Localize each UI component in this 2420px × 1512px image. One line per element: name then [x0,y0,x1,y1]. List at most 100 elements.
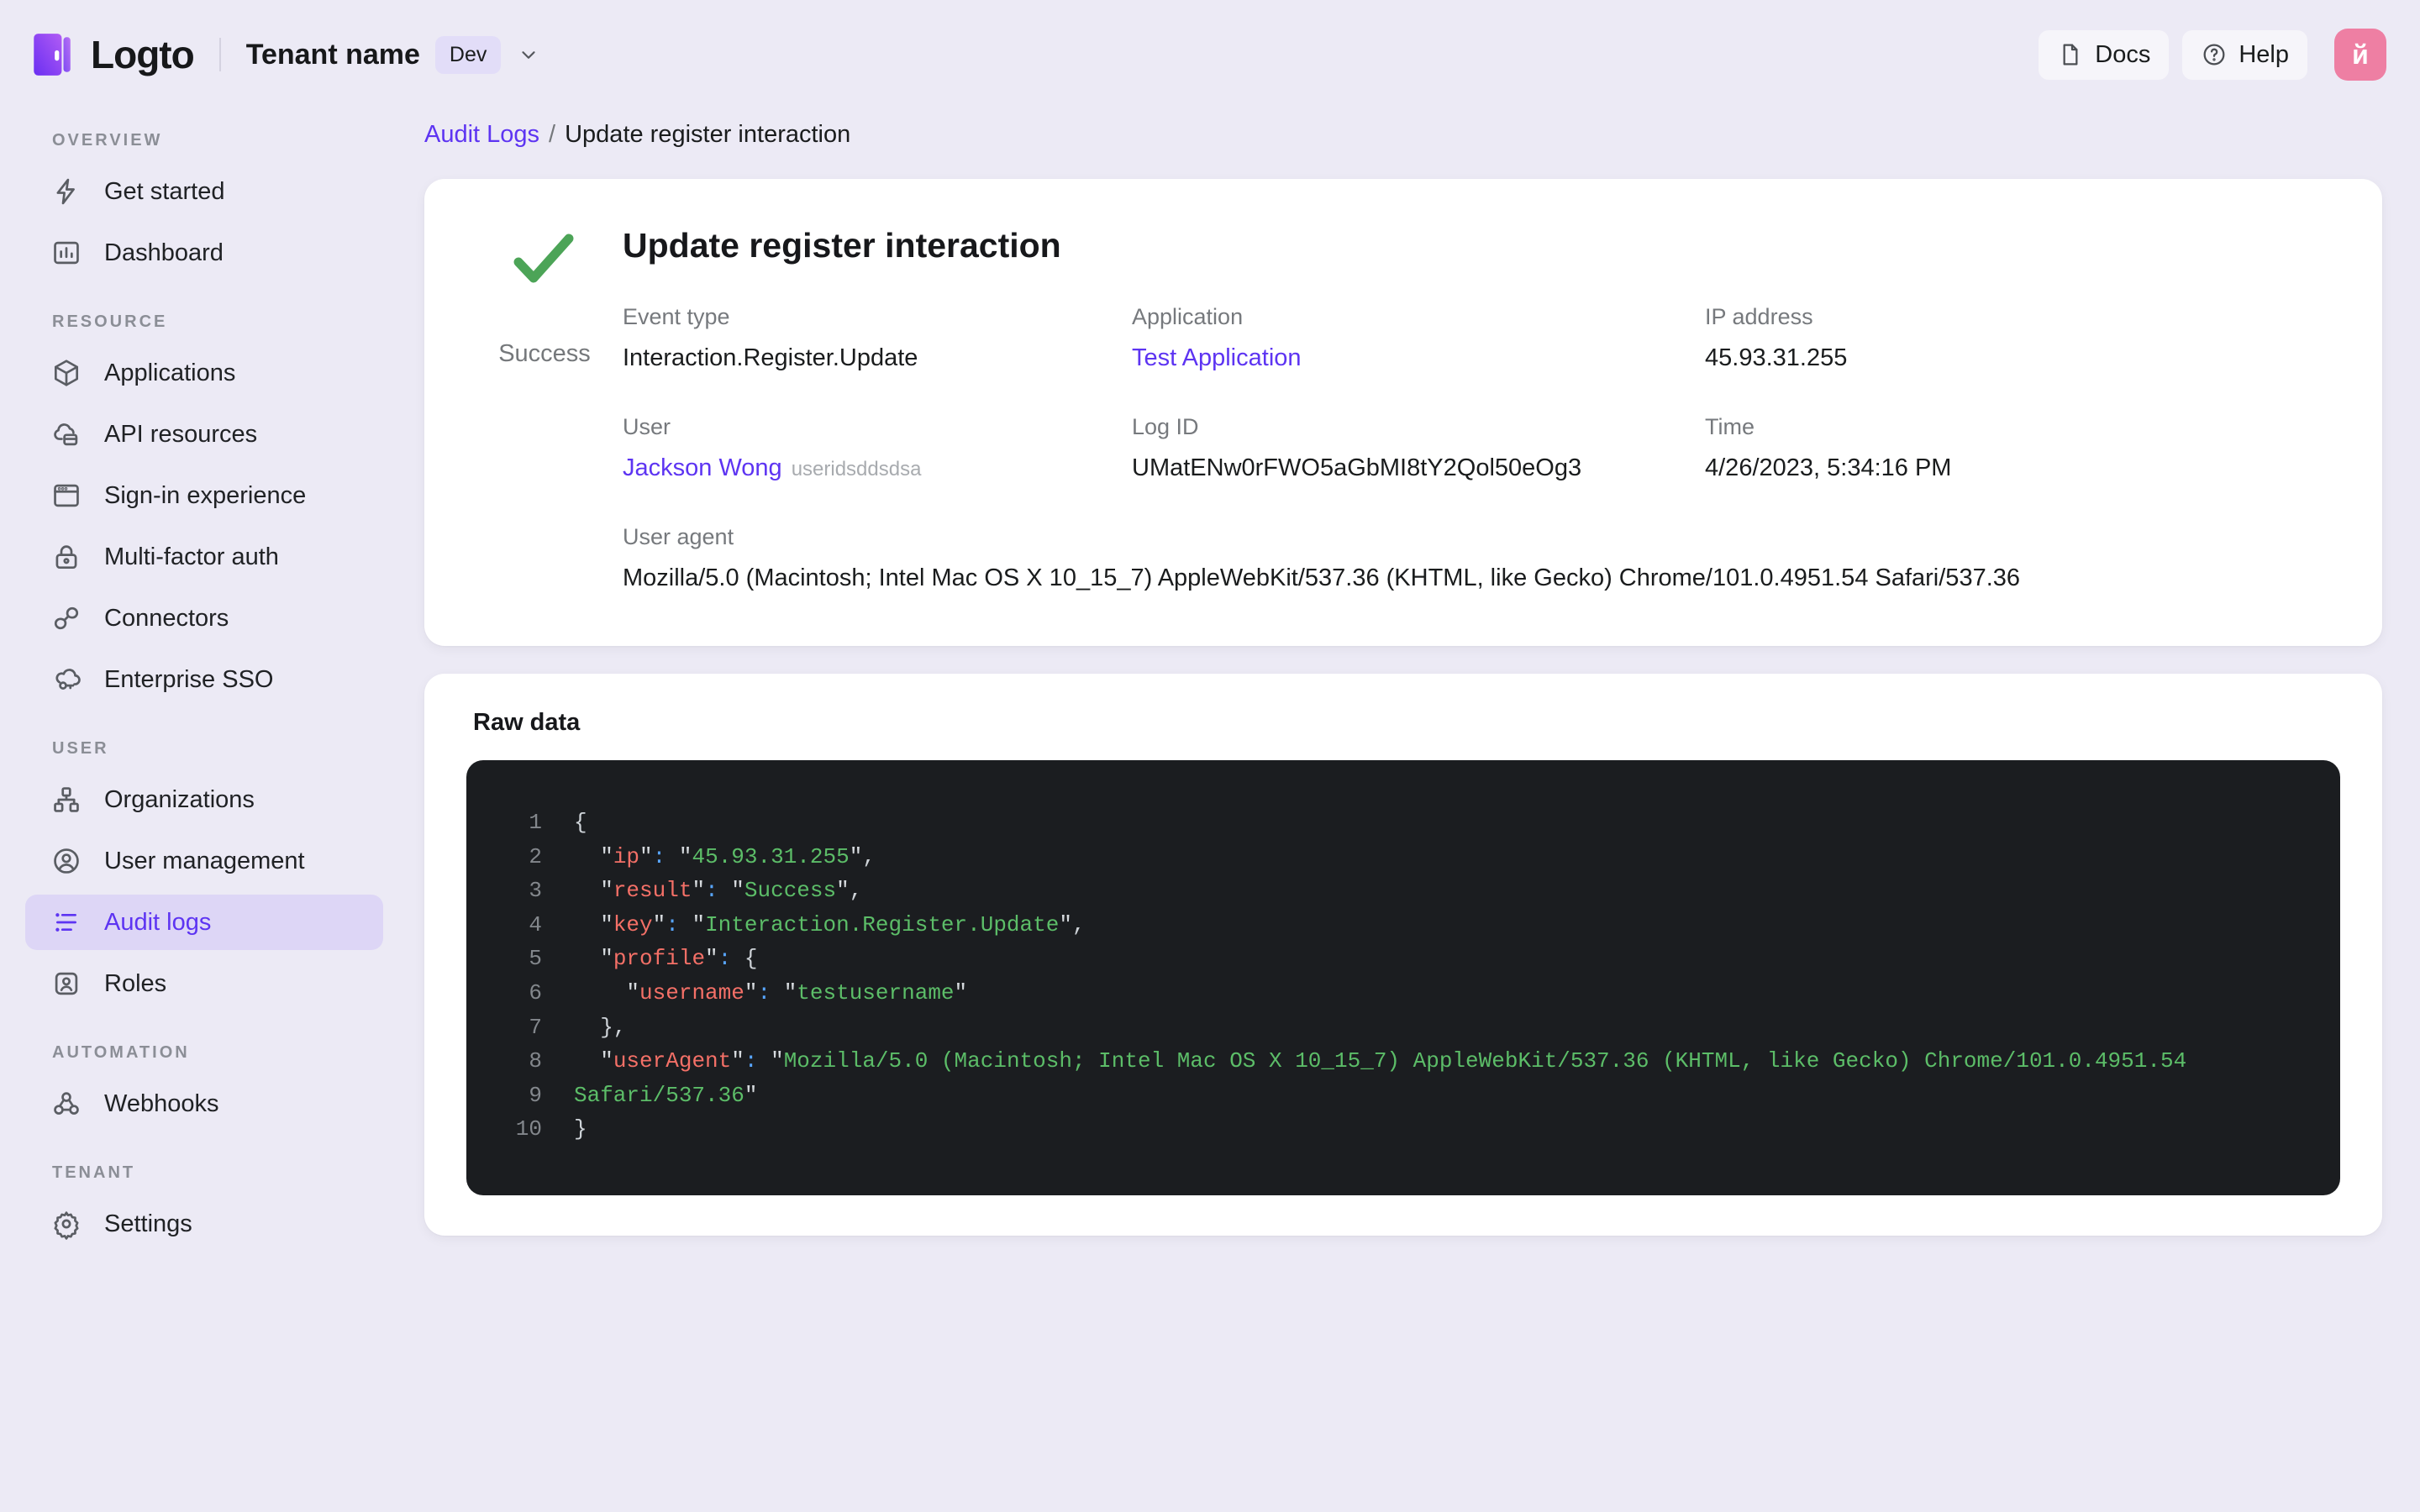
sidebar-item-audit-logs[interactable]: Audit logs [25,895,383,950]
tenant-selector[interactable]: Tenant name Dev [245,35,540,74]
topbar-divider [218,38,221,71]
event-fields: Event type Interaction.Register.Update A… [623,304,2335,592]
line-number: 5 [529,946,542,972]
page-title: Update register interaction [623,226,1061,265]
field-event-type: Event type Interaction.Register.Update [623,304,1132,372]
field-log-id: Log ID UMatENw0rFWO5aGbMI8tY2Qol50eOg3 [1132,414,1705,482]
avatar[interactable]: й [2334,29,2386,81]
code-line: 3 " result ": " Success ", [488,874,2310,908]
sidebar-item-sign-in-experience[interactable]: Sign-in experience [25,468,383,523]
bar-chart-icon [54,241,79,265]
cloud-key-icon [55,669,81,690]
line-number: 6 [529,979,542,1005]
sidebar-section-user: USER Organizations User management Audit… [25,739,408,1011]
section-label: AUTOMATION [52,1043,190,1062]
audit-list-icon [55,913,76,932]
sidebar-item-label: Enterprise SSO [104,665,274,693]
sidebar-item-label: Settings [104,1210,192,1237]
field-value: 4/26/2023, 5:34:16 PM [1705,454,1952,481]
field-label: User agent [623,524,734,549]
field-label: Log ID [1132,414,1199,439]
breadcrumb-current: Update register interaction [565,120,851,148]
raw-data-title: Raw data [473,709,581,736]
sidebar-item-get-started[interactable]: Get started [25,164,383,219]
line-number: 1 [529,810,542,835]
field-user: User Jackson Wong useridsddsdsa [623,414,1132,482]
code-line: 10} [488,1112,2310,1147]
sidebar-item-applications[interactable]: Applications [25,345,383,401]
code-line: 9 Safari/537.36 " [488,1079,2310,1113]
breadcrumb: Audit Logs / Update register interaction [424,116,2382,153]
sidebar-item-settings[interactable]: Settings [25,1196,383,1252]
docs-button[interactable]: Docs [2039,29,2170,80]
cube-icon [54,360,79,386]
sidebar-item-label: Audit logs [104,908,212,936]
event-main: Update register interaction Event type I… [623,224,2335,592]
main-content: Audit Logs / Update register interaction… [408,109,2420,1512]
sidebar-item-enterprise-sso[interactable]: Enterprise SSO [25,652,383,707]
code-line: 7 }, [488,1011,2310,1045]
logo[interactable]: Logto [27,30,195,79]
help-button[interactable]: Help [2182,29,2307,80]
line-number: 10 [515,1116,542,1142]
sidebar-item-dashboard[interactable]: Dashboard [25,225,383,281]
env-badge: Dev [434,35,502,74]
field-label: IP address [1705,304,1813,329]
field-label: User [623,414,671,439]
application-link[interactable]: Test Application [1132,344,1705,372]
field-value: 45.93.31.255 [1705,344,1848,371]
sidebar-item-label: Connectors [104,604,229,632]
field-label: Event type [623,304,730,329]
code-line: 4 " key ": " Interaction.Register.Update ", [488,908,2310,942]
sidebar-section-resource: RESOURCE Applications API resources Sign… [25,312,408,707]
sidebar-item-label: Webhooks [104,1089,219,1117]
docs-label: Docs [2095,40,2151,68]
document-icon [2063,44,2078,66]
sidebar-item-organizations[interactable]: Organizations [25,772,383,827]
sidebar-item-webhooks[interactable]: Webhooks [25,1076,383,1131]
help-label: Help [2238,40,2289,68]
gear-icon [54,1211,79,1240]
section-label: USER [52,739,109,758]
line-number: 3 [529,878,542,904]
help-icon [2203,44,2225,66]
sidebar-item-label: Organizations [104,785,255,813]
user-link[interactable]: Jackson Wong [623,454,782,481]
sidebar-item-multi-factor-auth[interactable]: Multi-factor auth [25,529,383,585]
sidebar-item-connectors[interactable]: Connectors [25,591,383,646]
breadcrumb-audit-logs-link[interactable]: Audit Logs [424,121,539,149]
sidebar-item-label: User management [104,847,305,874]
sidebar-item-label: Sign-in experience [104,481,307,509]
sidebar-item-label: Applications [104,359,236,386]
connectors-icon [54,606,79,630]
field-label: Time [1705,414,1754,439]
code-line: 5 " profile ": { [488,942,2310,976]
line-number: 2 [529,843,542,869]
sidebar-item-label: Roles [104,969,167,997]
user-id-suffix: useridsddsdsa [791,458,922,480]
sidebar-item-user-management[interactable]: User management [25,833,383,889]
chevron-down-icon [522,51,535,59]
sidebar-item-roles[interactable]: Roles [25,956,383,1011]
line-number: 7 [529,1014,542,1040]
browser-window-icon [54,484,79,507]
line-number: 8 [529,1048,542,1074]
sidebar-section-automation: AUTOMATION Webhooks [25,1043,408,1131]
line-number: 9 [529,1082,542,1108]
section-label: OVERVIEW [52,131,163,150]
sidebar: OVERVIEW Get started Dashboard RESOURCE … [0,109,408,1512]
status-label: Success [498,340,591,367]
lightning-icon [56,178,75,205]
success-check-icon [513,234,574,283]
org-chart-icon [54,787,79,812]
breadcrumb-separator: / [549,120,556,148]
code-line: 2 " ip ": " 45.93.31.255 ", [488,840,2310,874]
topbar: Logto Tenant name Dev Docs Help й [0,0,2420,109]
lock-icon [55,545,77,570]
event-detail-card: Success Update register interaction Even… [424,179,2382,646]
sidebar-item-label: Multi-factor auth [104,543,279,570]
tenant-name: Tenant name [245,38,420,71]
sidebar-item-api-resources[interactable]: API resources [25,407,383,462]
field-value: Mozilla/5.0 (Macintosh; Intel Mac OS X 1… [623,564,2021,591]
cloud-box-icon [54,423,78,446]
